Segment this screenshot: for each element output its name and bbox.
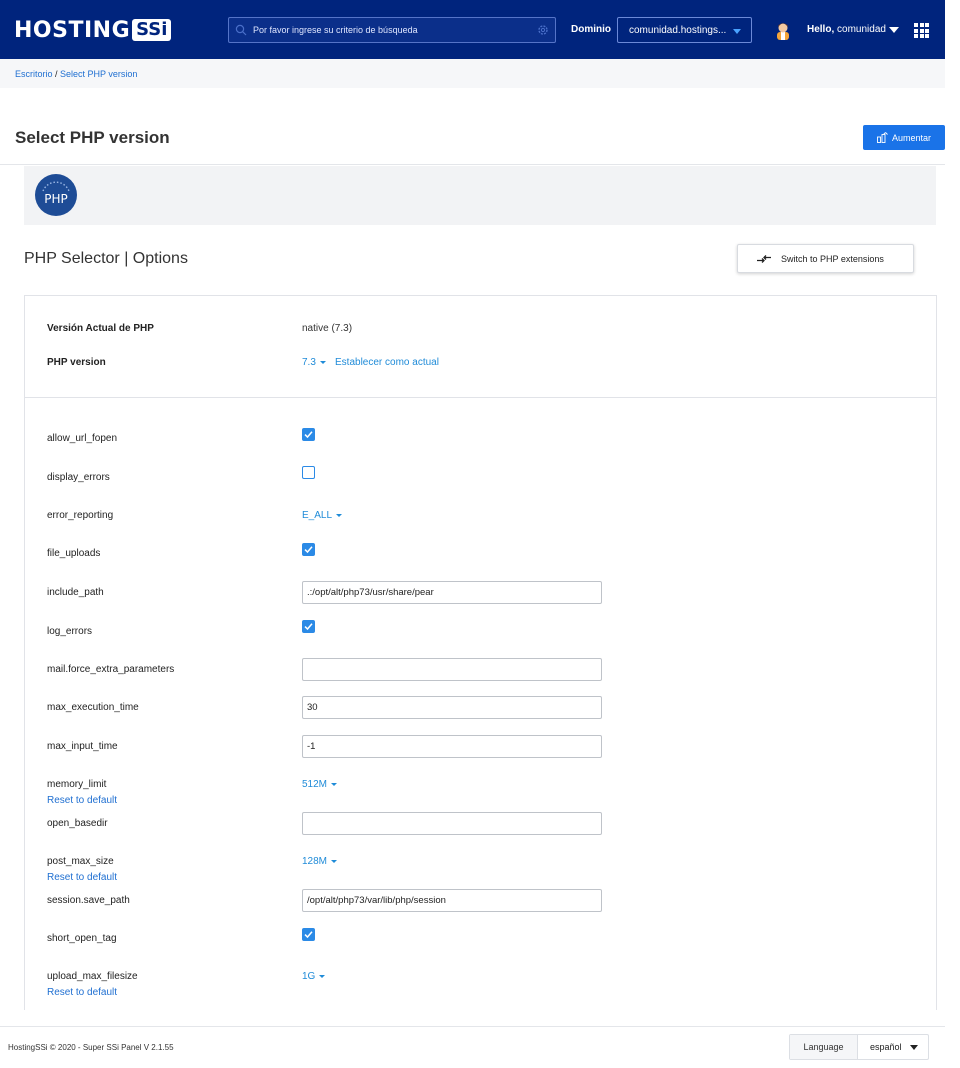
display-errors-checkbox[interactable] xyxy=(302,466,315,479)
php-version-dropdown[interactable]: 7.3 xyxy=(302,357,326,368)
language-value: español xyxy=(870,1042,902,1052)
domain-value: comunidad.hostings... xyxy=(629,25,727,36)
domain-select[interactable]: comunidad.hostings... xyxy=(617,17,752,43)
user-greeting[interactable]: Hello, comunidad xyxy=(807,24,886,35)
language-selector[interactable]: Language español xyxy=(789,1034,929,1060)
memory-limit-value: 512M xyxy=(302,779,328,790)
option-label: error_reporting xyxy=(47,510,114,521)
gear-icon[interactable] xyxy=(537,24,549,36)
chevron-down-icon xyxy=(319,975,326,978)
allow-url-fopen-checkbox[interactable] xyxy=(302,428,315,441)
max-execution-time-input[interactable] xyxy=(302,696,602,719)
current-version-value: native (7.3) xyxy=(302,323,353,334)
chevron-down-icon xyxy=(336,514,343,517)
checkmark-icon xyxy=(304,931,313,939)
post-max-size-reset-link[interactable]: Reset to default xyxy=(47,872,117,883)
checkmark-icon xyxy=(304,431,313,439)
upload-max-filesize-value: 1G xyxy=(302,971,316,982)
breadcrumb-current-link[interactable]: Select PHP version xyxy=(60,69,137,79)
open-basedir-input[interactable] xyxy=(302,812,602,835)
php-version-label: PHP version xyxy=(47,357,106,368)
switch-button-label: Switch to PHP extensions xyxy=(781,253,884,264)
greeting-text: Hello, xyxy=(807,24,835,35)
search-icon xyxy=(235,24,247,36)
upload-max-filesize-dropdown[interactable]: 1G xyxy=(302,971,326,982)
php-logo-icon: PHP xyxy=(35,174,77,216)
avatar[interactable] xyxy=(774,20,792,40)
option-label: file_uploads xyxy=(47,548,101,559)
option-label: mail.force_extra_parameters xyxy=(47,664,175,675)
logo-text: HOSTING xyxy=(14,17,131,43)
title-divider xyxy=(0,164,945,165)
option-label: include_path xyxy=(47,587,104,598)
option-label: session.save_path xyxy=(47,895,130,906)
set-as-current-link[interactable]: Establecer como actual xyxy=(335,357,439,368)
option-label: short_open_tag xyxy=(47,933,117,944)
selector-title: PHP Selector | Options xyxy=(24,250,188,267)
error-reporting-dropdown[interactable]: E_ALL xyxy=(302,510,343,521)
card-divider xyxy=(24,397,937,398)
breadcrumb: Escritorio / Select PHP version xyxy=(15,69,137,79)
domain-label: Dominio xyxy=(571,24,611,35)
upgrade-button[interactable]: Aumentar xyxy=(863,125,945,150)
option-label: open_basedir xyxy=(47,818,108,829)
username: comunidad xyxy=(837,24,886,35)
chevron-down-icon xyxy=(331,783,338,786)
search-box xyxy=(228,17,556,43)
footer-copyright: HostingSSi © 2020 - Super SSi Panel V 2.… xyxy=(8,1043,174,1052)
language-label: Language xyxy=(790,1035,858,1059)
post-max-size-value: 128M xyxy=(302,856,328,867)
chevron-down-icon xyxy=(910,1045,918,1050)
breadcrumb-separator: / xyxy=(52,69,61,79)
memory-limit-reset-link[interactable]: Reset to default xyxy=(47,795,117,806)
upgrade-button-label: Aumentar xyxy=(891,132,932,143)
current-version-label: Versión Actual de PHP xyxy=(47,323,154,334)
breadcrumb-home-link[interactable]: Escritorio xyxy=(15,69,53,79)
option-label: memory_limit xyxy=(47,779,107,790)
checkmark-icon xyxy=(304,546,313,554)
user-menu-caret-icon[interactable] xyxy=(889,27,899,33)
php-banner: PHP xyxy=(24,166,936,225)
option-label: upload_max_filesize xyxy=(47,971,138,982)
option-label: allow_url_fopen xyxy=(47,433,118,444)
include-path-input[interactable] xyxy=(302,581,602,604)
search-input[interactable] xyxy=(253,18,533,42)
option-label: display_errors xyxy=(47,472,110,483)
top-navbar: HOSTING SSi Dominio comunidad.hostings..… xyxy=(0,0,945,59)
session-save-path-input[interactable] xyxy=(302,889,602,912)
file-uploads-checkbox[interactable] xyxy=(302,543,315,556)
upgrade-icon xyxy=(877,132,888,143)
post-max-size-dropdown[interactable]: 128M xyxy=(302,856,338,867)
upload-max-filesize-reset-link[interactable]: Reset to default xyxy=(47,987,117,998)
max-input-time-input[interactable] xyxy=(302,735,602,758)
switch-to-extensions-button[interactable]: Switch to PHP extensions xyxy=(737,244,914,273)
checkmark-icon xyxy=(304,623,313,631)
switch-arrows-icon xyxy=(757,254,771,263)
mail-force-extra-parameters-input[interactable] xyxy=(302,658,602,681)
option-label: max_input_time xyxy=(47,741,118,752)
page-title: Select PHP version xyxy=(15,128,170,147)
error-reporting-value: E_ALL xyxy=(302,510,333,521)
footer-divider xyxy=(0,1026,945,1027)
log-errors-checkbox[interactable] xyxy=(302,620,315,633)
option-label: post_max_size xyxy=(47,856,114,867)
option-label: max_execution_time xyxy=(47,702,139,713)
apps-grid-icon[interactable] xyxy=(914,23,929,38)
chevron-down-icon xyxy=(331,860,338,863)
memory-limit-dropdown[interactable]: 512M xyxy=(302,779,338,790)
brand-logo[interactable]: HOSTING SSi xyxy=(14,16,172,44)
option-label: log_errors xyxy=(47,626,93,637)
php-version-value: 7.3 xyxy=(302,357,316,368)
short-open-tag-checkbox[interactable] xyxy=(302,928,315,941)
breadcrumb-bar: Escritorio / Select PHP version xyxy=(0,59,945,88)
chevron-down-icon xyxy=(319,361,326,364)
chevron-down-icon xyxy=(733,29,741,34)
logo-badge: SSi xyxy=(132,19,172,41)
php-logo-text: PHP xyxy=(44,192,68,206)
